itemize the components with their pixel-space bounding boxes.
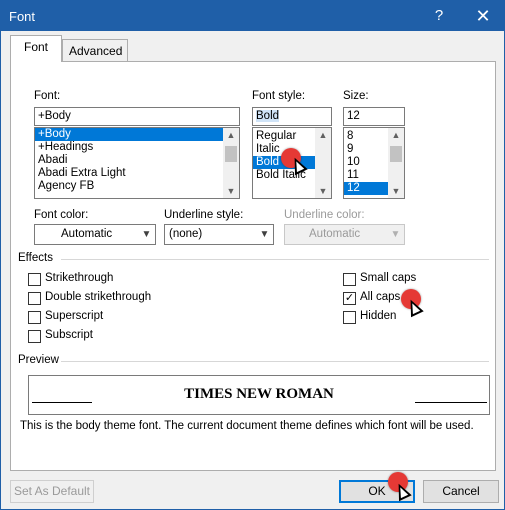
help-icon[interactable]: ?	[419, 1, 459, 31]
underline-color-label: Underline color:	[284, 209, 365, 221]
underline-style-value: (none)	[169, 228, 203, 240]
size-label: Size:	[343, 90, 369, 102]
close-icon[interactable]: ✕	[463, 1, 503, 31]
checkbox-box[interactable]	[28, 311, 41, 324]
scroll-up-icon[interactable]: ▲	[388, 128, 404, 142]
font-list-item[interactable]: +Body	[35, 128, 239, 141]
tab-advanced-label: Advanced	[69, 44, 123, 58]
font-style-input[interactable]: Bold	[252, 107, 332, 126]
dialog-title: Font	[9, 9, 36, 24]
double-strikethrough-label: Double strikethrough	[45, 291, 152, 303]
effects-title: Effects	[18, 252, 53, 264]
font-list-item[interactable]: Abadi Extra Light	[35, 167, 239, 180]
font-color-label: Font color:	[34, 209, 89, 221]
scroll-thumb[interactable]	[225, 146, 237, 162]
checkmark-icon[interactable]: ✓	[343, 292, 356, 305]
checkbox-box[interactable]	[343, 311, 356, 324]
tab-font[interactable]: Font	[10, 35, 62, 62]
checkbox-box[interactable]	[343, 273, 356, 286]
checkbox-box[interactable]	[28, 292, 41, 305]
small-caps-label: Small caps	[360, 272, 417, 284]
superscript-label: Superscript	[45, 310, 104, 322]
font-name-input[interactable]: +Body	[34, 107, 240, 126]
tab-font-label: Font	[23, 40, 48, 54]
effects-divider	[61, 259, 489, 260]
font-style-scrollbar[interactable]: ▲ ▼	[315, 128, 331, 198]
scroll-down-icon[interactable]: ▼	[223, 184, 239, 198]
preview-baseline-right	[415, 402, 487, 403]
chevron-down-icon: ▼	[259, 229, 270, 240]
set-as-default-button[interactable]: Set As Default	[10, 480, 94, 503]
tab-strip: Font Advanced	[1, 31, 504, 62]
underline-color-value: Automatic	[309, 228, 361, 240]
scroll-down-icon[interactable]: ▼	[388, 184, 404, 198]
cancel-button[interactable]: Cancel	[423, 480, 499, 503]
font-color-value: Automatic	[61, 228, 113, 240]
all-caps-label: All caps	[360, 291, 401, 303]
font-list-item[interactable]: Abadi	[35, 154, 239, 167]
font-style-label: Font style:	[252, 90, 306, 102]
underline-style-label: Underline style:	[164, 209, 244, 221]
tab-advanced[interactable]: Advanced	[62, 39, 128, 62]
font-dialog: Font ? ✕ Font Advanced Font: +Body +Body…	[0, 0, 505, 510]
preview-box: TIMES NEW ROMAN	[28, 375, 490, 415]
font-style-value: Bold	[256, 110, 280, 122]
size-list[interactable]: 8 9 10 11 12 ▲ ▼	[343, 127, 405, 199]
font-label: Font:	[34, 90, 61, 102]
underline-color-dropdown: Automatic ▼	[284, 224, 405, 245]
font-list[interactable]: +Body +Headings Abadi Abadi Extra Light …	[34, 127, 240, 199]
subscript-label: Subscript	[45, 329, 93, 341]
preview-text: TIMES NEW ROMAN	[184, 386, 334, 402]
font-tab-panel: Font: +Body +Body +Headings Abadi Abadi …	[10, 61, 496, 471]
preview-divider	[61, 361, 489, 362]
font-list-scrollbar[interactable]: ▲ ▼	[223, 128, 239, 198]
hidden-label: Hidden	[360, 310, 397, 322]
strikethrough-label: Strikethrough	[45, 272, 114, 284]
title-bar: Font ? ✕	[1, 1, 504, 31]
chevron-down-icon: ▼	[390, 229, 401, 240]
scroll-down-icon[interactable]: ▼	[315, 184, 331, 198]
preview-description: This is the body theme font. The current…	[20, 420, 474, 432]
font-list-item[interactable]: +Headings	[35, 141, 239, 154]
size-scrollbar[interactable]: ▲ ▼	[388, 128, 404, 198]
preview-title: Preview	[18, 354, 59, 366]
checkbox-box[interactable]	[28, 330, 41, 343]
scroll-thumb[interactable]	[390, 146, 402, 162]
scroll-up-icon[interactable]: ▲	[223, 128, 239, 142]
font-color-dropdown[interactable]: Automatic ▼	[34, 224, 156, 245]
scroll-up-icon[interactable]: ▲	[315, 128, 331, 142]
font-list-item[interactable]: Agency FB	[35, 180, 239, 193]
underline-style-dropdown[interactable]: (none) ▼	[164, 224, 274, 245]
size-input[interactable]: 12	[343, 107, 405, 126]
chevron-down-icon: ▼	[141, 229, 152, 240]
checkbox-box[interactable]	[28, 273, 41, 286]
